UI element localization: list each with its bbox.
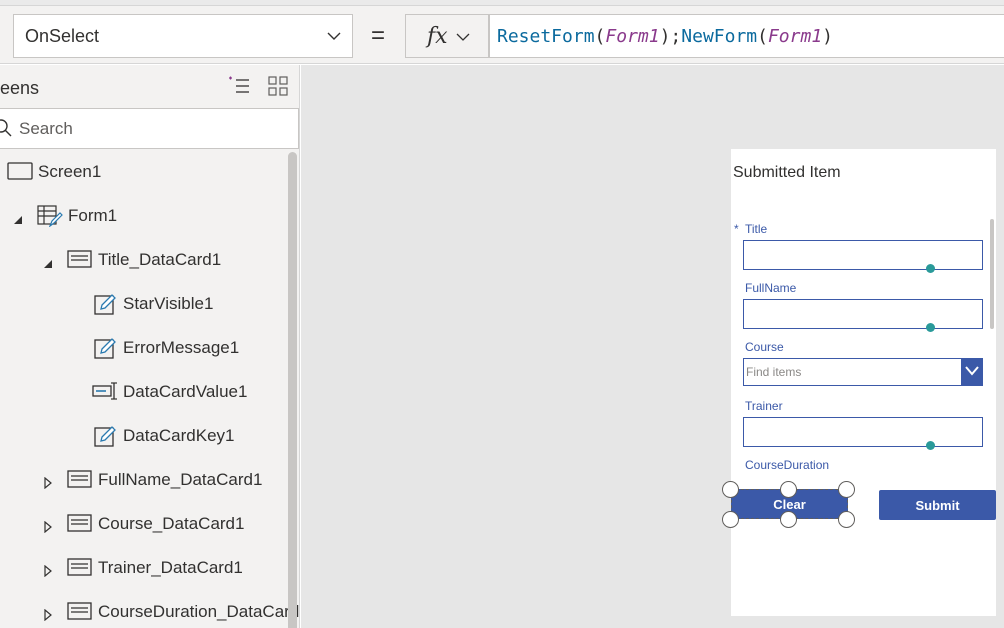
tree-item-label: Screen1 bbox=[38, 162, 102, 181]
tree-item[interactable]: Trainer_DataCard1 bbox=[0, 553, 288, 583]
tree-item[interactable]: Course_DataCard1 bbox=[0, 509, 288, 539]
tree-item[interactable]: Screen1 bbox=[0, 157, 288, 187]
datacard-icon bbox=[67, 557, 93, 582]
tree-item[interactable]: CourseDuration_DataCard1 bbox=[0, 597, 299, 627]
course-placeholder: Find items bbox=[746, 365, 802, 379]
label-edit-icon bbox=[94, 337, 116, 364]
field-label-trainer: Trainer bbox=[745, 399, 783, 413]
formula-token: Form1 bbox=[605, 25, 660, 47]
field-label-fullname: FullName bbox=[745, 281, 797, 295]
field-label-title: Title bbox=[745, 222, 768, 236]
screen-icon bbox=[7, 161, 33, 186]
tree-item-label: StarVisible1 bbox=[123, 294, 214, 313]
formula-input[interactable]: ResetForm(Form1);NewForm(Form1) bbox=[489, 14, 1004, 58]
datacard-icon bbox=[67, 513, 93, 538]
formula-token: ( bbox=[594, 25, 606, 47]
tree-item[interactable]: ErrorMessage1 bbox=[0, 333, 288, 363]
label-edit-icon bbox=[94, 425, 116, 452]
panel-title: reens bbox=[0, 78, 40, 98]
teal-handle bbox=[926, 264, 935, 273]
required-star: * bbox=[734, 222, 739, 236]
formula-bar: OnSelect = fx ResetForm(Form1);NewForm(F… bbox=[0, 6, 1004, 64]
tree-view-icon[interactable] bbox=[228, 76, 250, 96]
tree-item[interactable]: DataCardValue1 bbox=[0, 377, 288, 407]
tree-item-label: Course_DataCard1 bbox=[98, 514, 245, 533]
chevron-down-icon bbox=[965, 366, 979, 376]
form-scrollbar[interactable] bbox=[990, 219, 994, 329]
thumbnail-view-icon[interactable] bbox=[268, 76, 288, 96]
formula-token: ) bbox=[822, 25, 833, 47]
resize-handle[interactable] bbox=[780, 511, 797, 528]
tree-item[interactable]: FullName_DataCard1 bbox=[0, 465, 288, 495]
datacard-icon bbox=[67, 469, 93, 494]
tree-scrollbar[interactable] bbox=[288, 152, 297, 628]
formula-token: ); bbox=[659, 25, 682, 47]
collapse-arrow-icon[interactable] bbox=[13, 210, 23, 224]
design-canvas[interactable]: Submitted Item * Title FullName Course F… bbox=[301, 65, 1004, 628]
formula-token: ( bbox=[757, 25, 768, 47]
formula-text: ResetForm(Form1);NewForm(Form1) bbox=[497, 26, 833, 47]
course-combobox[interactable]: Find items bbox=[743, 358, 983, 386]
submit-button[interactable]: Submit bbox=[879, 490, 996, 520]
tree-item-label: DataCardValue1 bbox=[123, 382, 248, 401]
tree-item[interactable]: Title_DataCard1 bbox=[0, 245, 288, 275]
expand-arrow-icon[interactable] bbox=[43, 606, 53, 622]
field-label-course: Course bbox=[745, 340, 784, 354]
search-input[interactable] bbox=[19, 115, 279, 143]
tree-item[interactable]: Form1 bbox=[0, 201, 288, 231]
text-input-icon bbox=[92, 381, 120, 406]
tree-search-box bbox=[0, 108, 299, 149]
tree-view-panel: reens Screen1 Form1 Title_DataCard1 StarVis… bbox=[0, 65, 300, 628]
label-edit-icon bbox=[94, 293, 116, 320]
search-icon bbox=[0, 119, 12, 137]
datacard-icon bbox=[67, 601, 93, 626]
resize-handle[interactable] bbox=[722, 481, 739, 498]
fx-icon: fx bbox=[427, 23, 448, 49]
expand-arrow-icon[interactable] bbox=[43, 518, 53, 534]
field-label-courseduration: CourseDuration bbox=[745, 458, 830, 472]
tree-item-label: Title_DataCard1 bbox=[98, 250, 222, 269]
resize-handle[interactable] bbox=[838, 511, 855, 528]
formula-token: NewForm bbox=[681, 25, 758, 47]
formula-token: Form1 bbox=[767, 25, 823, 47]
combobox-expand-button[interactable] bbox=[961, 358, 983, 386]
tree-item[interactable]: DataCardKey1 bbox=[0, 421, 288, 451]
fx-button[interactable]: fx bbox=[405, 14, 489, 58]
resize-handle[interactable] bbox=[722, 511, 739, 528]
chevron-down-icon bbox=[327, 32, 341, 40]
chevron-down-icon bbox=[456, 33, 470, 41]
resize-handle[interactable] bbox=[780, 481, 797, 498]
teal-handle bbox=[926, 323, 935, 332]
property-dropdown[interactable]: OnSelect bbox=[13, 14, 353, 58]
expand-arrow-icon[interactable] bbox=[43, 562, 53, 578]
tree-item-label: Trainer_DataCard1 bbox=[98, 558, 243, 577]
tree-item-label: ErrorMessage1 bbox=[123, 338, 240, 357]
formula-token: ResetForm bbox=[497, 25, 595, 47]
fullname-input[interactable] bbox=[743, 299, 983, 329]
tree-item-label: FullName_DataCard1 bbox=[98, 470, 263, 489]
property-dropdown-value: OnSelect bbox=[25, 25, 100, 46]
title-input[interactable] bbox=[743, 240, 983, 270]
trainer-input[interactable] bbox=[743, 417, 983, 447]
form-title: Submitted Item bbox=[733, 164, 841, 181]
teal-handle bbox=[926, 441, 935, 450]
app-screen-preview: Submitted Item * Title FullName Course F… bbox=[722, 149, 996, 616]
equals-sign: = bbox=[371, 22, 386, 49]
tree-item-label: Form1 bbox=[68, 206, 118, 225]
form-icon bbox=[37, 205, 63, 232]
resize-handle[interactable] bbox=[838, 481, 855, 498]
collapse-arrow-icon[interactable] bbox=[43, 254, 53, 268]
tree-item-label: CourseDuration_DataCard1 bbox=[98, 602, 300, 621]
expand-arrow-icon[interactable] bbox=[43, 474, 53, 490]
datacard-icon bbox=[67, 249, 93, 274]
tree-item[interactable]: StarVisible1 bbox=[0, 289, 288, 319]
tree-item-label: DataCardKey1 bbox=[123, 426, 235, 445]
